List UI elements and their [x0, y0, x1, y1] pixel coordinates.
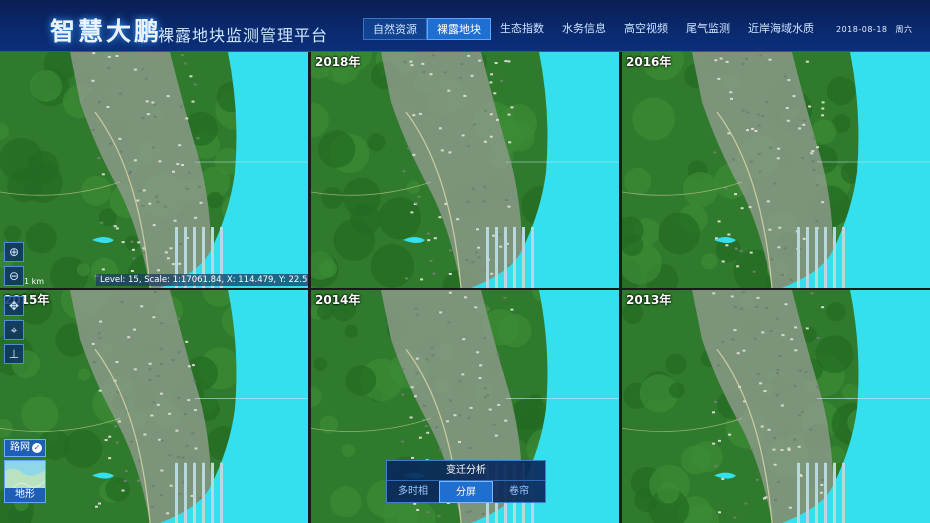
- map-panel-0[interactable]: 1 km Level: 15, Scale: 1:17061.84, X: 114…: [0, 52, 308, 288]
- coordinate-readout: Level: 15, Scale: 1:17061.84, X: 114.479…: [96, 274, 308, 286]
- checkmark-icon: ✓: [32, 443, 42, 453]
- nav-item-5[interactable]: 尾气监测: [677, 18, 739, 40]
- year-label: 2018年: [315, 55, 361, 69]
- pan-icon[interactable]: ✥: [4, 296, 24, 316]
- measure-icon[interactable]: ⊥: [4, 344, 24, 364]
- nav-item-3[interactable]: 水务信息: [553, 18, 615, 40]
- year-label: 2014年: [315, 293, 361, 307]
- nav-item-2[interactable]: 生态指数: [491, 18, 553, 40]
- nav-item-4[interactable]: 高空视频: [615, 18, 677, 40]
- zoom-tools: ⊕ ⊖: [4, 242, 24, 290]
- logo-title: 智慧大鹏: [50, 17, 163, 46]
- map-panel-1[interactable]: 2018年: [311, 52, 619, 288]
- scale-km-label: 1 km: [24, 277, 45, 286]
- date-text: 2018-08-18: [836, 25, 888, 34]
- zoom-out-icon[interactable]: ⊖: [4, 266, 24, 286]
- split-map-grid: 1 km Level: 15, Scale: 1:17061.84, X: 114…: [0, 52, 930, 523]
- terrain-layer-button[interactable]: 地形: [4, 460, 46, 503]
- draw-tools: ✥ ⌖ ⊥: [4, 296, 24, 368]
- satellite-map: [311, 52, 619, 288]
- satellite-map: [0, 52, 308, 288]
- analysis-tab-2[interactable]: 卷帘: [493, 481, 545, 503]
- nav-item-0[interactable]: 自然资源: [363, 18, 427, 40]
- map-panel-3[interactable]: 2015年: [0, 290, 308, 523]
- platform-subtitle: 裸露地块监测管理平台: [158, 26, 329, 45]
- analysis-tab-0[interactable]: 多时相: [387, 481, 439, 503]
- road-network-label: 路网: [10, 442, 30, 453]
- year-label: 2016年: [626, 55, 672, 69]
- app-header: 智慧大鹏 裸露地块监测管理平台 自然资源 裸露地块 生态指数 水务信息 高空视频 尾气监测…: [0, 0, 930, 52]
- change-analysis-panel: 变迁分析 多时相 分屏 卷帘: [386, 460, 546, 503]
- zoom-in-icon[interactable]: ⊕: [4, 242, 24, 262]
- road-network-toggle[interactable]: 路网 ✓: [4, 439, 46, 457]
- terrain-label: 地形: [5, 488, 45, 502]
- map-panel-2[interactable]: 2016年: [622, 52, 930, 288]
- nav-item-6[interactable]: 近岸海域水质: [739, 18, 823, 40]
- nav-item-1[interactable]: 裸露地块: [427, 18, 491, 40]
- analysis-tab-1[interactable]: 分屏: [439, 481, 493, 503]
- terrain-thumbnail: [5, 461, 45, 492]
- analysis-tabs: 多时相 分屏 卷帘: [387, 481, 545, 503]
- weekday-text: 周六: [895, 25, 913, 34]
- date-display: 2018-08-18 周六: [836, 24, 921, 35]
- satellite-map: [622, 290, 930, 523]
- year-label: 2013年: [626, 293, 672, 307]
- satellite-map: [0, 290, 308, 523]
- map-panel-5[interactable]: 2013年: [622, 290, 930, 523]
- select-icon[interactable]: ⌖: [4, 320, 24, 340]
- satellite-map: [622, 52, 930, 288]
- analysis-title: 变迁分析: [387, 461, 545, 481]
- main-nav: 自然资源 裸露地块 生态指数 水务信息 高空视频 尾气监测 近岸海域水质: [363, 18, 823, 40]
